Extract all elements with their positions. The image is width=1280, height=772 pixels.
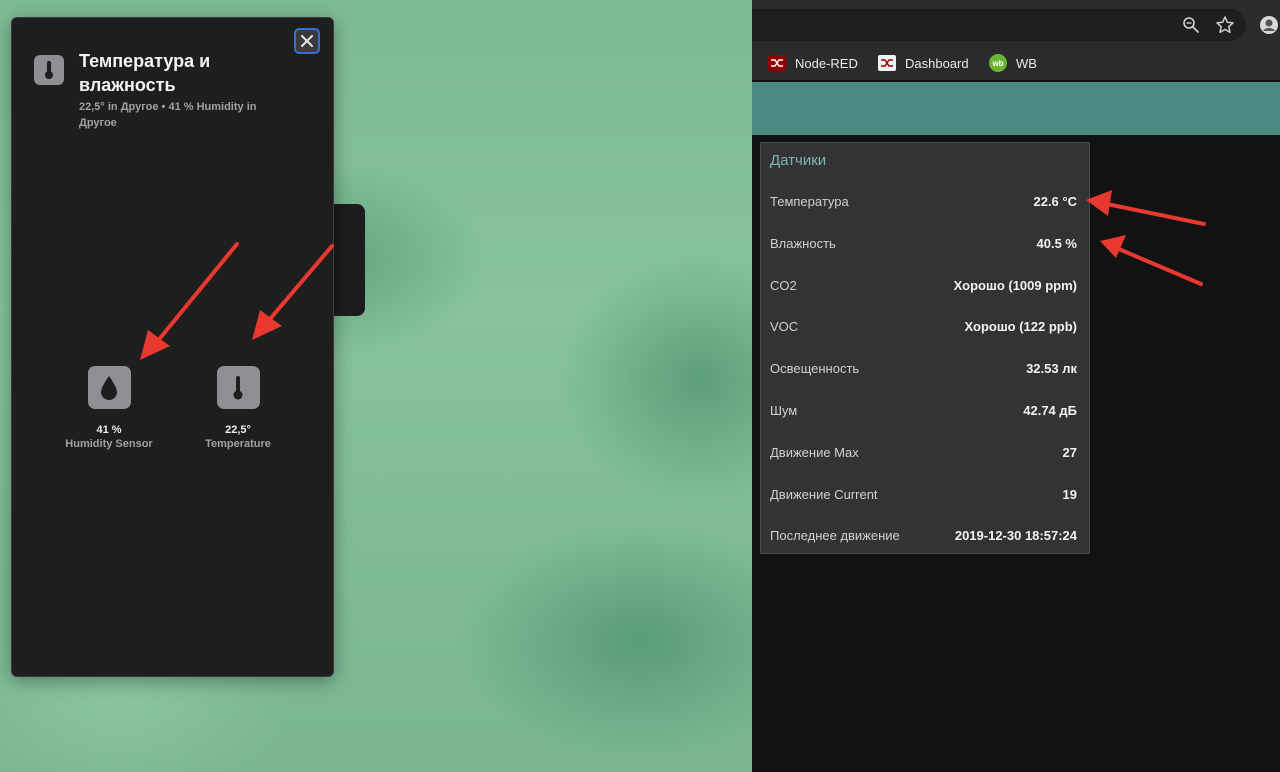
zoom-icon[interactable] — [1180, 14, 1202, 36]
bookmark-star-icon[interactable] — [1214, 14, 1236, 36]
bookmark-label: WB — [1016, 55, 1037, 71]
browser-toolbar — [752, 0, 1280, 44]
sensor-value: 42.74 дБ — [1023, 403, 1077, 418]
sensor-label: Движение Max — [770, 444, 859, 460]
sensor-label: Шум — [770, 403, 798, 418]
temperature-tile[interactable]: 22,5° Temperature — [183, 366, 293, 451]
bookmark-label: Dashboard — [905, 55, 969, 71]
sensor-value: 19 — [1062, 486, 1077, 502]
dashboard-icon — [878, 54, 896, 72]
bookmark-dashboard[interactable]: Dashboard — [878, 53, 969, 73]
sensor-row: Шум 42.74 дБ — [770, 403, 1077, 423]
bookmark-wb[interactable]: wb WB — [989, 53, 1037, 73]
sensor-value: 32.53 лк — [1026, 361, 1077, 377]
node-red-icon — [768, 54, 786, 72]
sensor-row: CO2 Хорошо (1009 ppm) — [770, 278, 1077, 298]
panel-title: Температура и влажность — [79, 51, 211, 95]
wb-icon: wb — [989, 54, 1007, 72]
dashboard-header — [752, 82, 1280, 135]
sensor-label: VOC — [770, 319, 799, 335]
sensor-label: Температура — [770, 194, 849, 209]
sensor-row: Движение Current 19 — [770, 487, 1077, 507]
close-button[interactable] — [294, 28, 320, 54]
sensor-label: CO2 — [770, 277, 797, 293]
sensor-row: Последнее движение 2019-12-30 18:57:24 — [770, 528, 1077, 548]
card-title: Датчики — [770, 152, 827, 169]
thermometer-icon — [216, 366, 260, 409]
temperature-value: 22,5° — [225, 424, 251, 436]
sensor-label: Освещенность — [770, 361, 860, 377]
sensor-row: Движение Max 27 — [770, 445, 1077, 465]
sensor-row: VOC Хорошо (122 ppb) — [770, 319, 1077, 339]
address-bar[interactable] — [752, 9, 1246, 41]
sensor-value: Хорошо (1009 ppm) — [953, 277, 1077, 293]
temperature-label: Temperature — [205, 438, 271, 450]
sensor-value: 2019-12-30 18:57:24 — [954, 528, 1077, 544]
close-icon — [301, 35, 313, 47]
humidity-value: 41 % — [96, 424, 122, 436]
sensor-row: Влажность 40.5 % — [770, 236, 1077, 256]
sensor-value: Хорошо (122 ppb) — [964, 319, 1078, 335]
sensor-row: Освещенность 32.53 лк — [770, 361, 1077, 381]
thermometer-icon — [34, 55, 64, 85]
sensor-value: 22.6 °C — [1033, 194, 1077, 209]
sensors-card: Датчики Температура 22.6 °C Влажность 40.5 … — [760, 142, 1090, 554]
water-drop-icon — [87, 366, 131, 409]
bookmark-node-red[interactable]: Node-RED — [768, 53, 858, 73]
browser-window: Node-RED Dashboard wb WB Датчики Темпера… — [752, 0, 1280, 772]
sensor-row: Температура 22.6 °C — [770, 194, 1077, 214]
profile-avatar[interactable] — [1258, 14, 1280, 36]
humidity-label: Humidity Sensor — [65, 438, 153, 450]
panel-subtitle: 22,5° in Другое • 41 % Humidity in Друго… — [79, 101, 257, 129]
sensor-value: 40.5 % — [1036, 235, 1077, 251]
accessory-detail-panel: Температура и влажность 22,5° in Другое … — [11, 17, 334, 677]
humidity-sensor-tile[interactable]: 41 % Humidity Sensor — [54, 366, 164, 451]
sensor-label: Движение Current — [770, 486, 878, 502]
sensor-label: Влажность — [770, 235, 836, 251]
bookmark-label: Node-RED — [795, 55, 858, 71]
sensor-label: Последнее движение — [770, 528, 900, 544]
bookmarks-bar: Node-RED Dashboard wb WB — [752, 44, 1280, 80]
sensor-value: 27 — [1062, 444, 1077, 460]
wb-badge-text: wb — [991, 59, 1003, 68]
